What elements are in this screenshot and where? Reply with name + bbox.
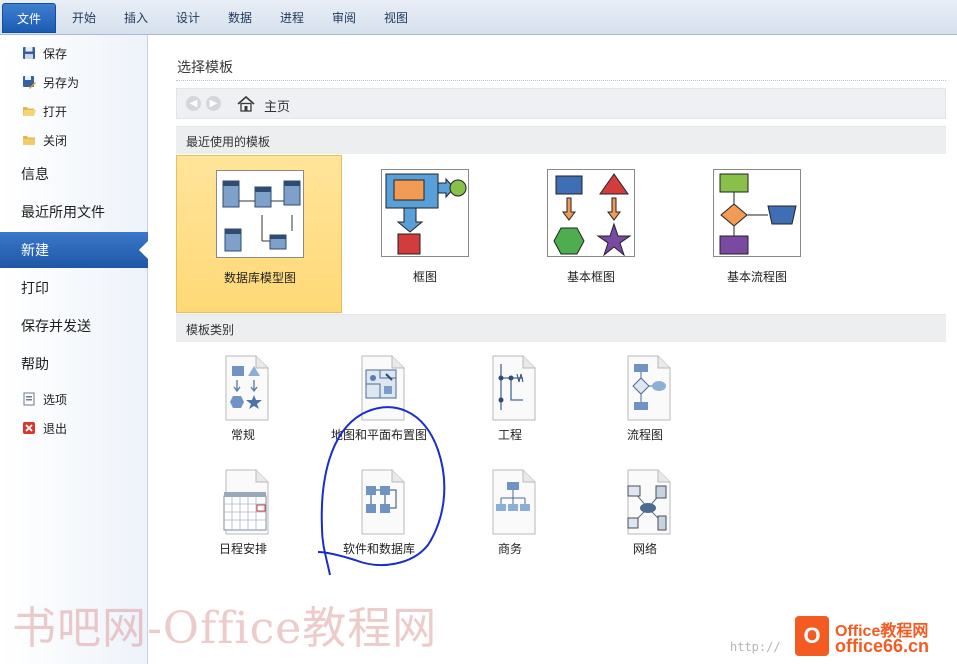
basic-flowchart-icon [719,173,797,255]
basic-flowchart-thumbnail [713,169,801,257]
logo-line-2: office66.cn [835,636,930,656]
nav-recent[interactable]: 最近所用文件 [0,194,148,230]
nav-save-as[interactable]: 另存为 [0,69,148,95]
watermark-url: http:// [730,640,781,654]
nav-close-label: 关闭 [43,133,68,148]
nav-new[interactable]: 新建 [0,232,149,268]
nav-save[interactable]: 保存 [0,40,148,66]
tab-process[interactable]: 进程 [270,5,314,31]
exit-icon [23,422,35,434]
engineering-icon [492,355,536,421]
nav-save-as-label: 另存为 [43,75,80,90]
office-logo-icon: O [795,616,829,656]
general-shapes-icon [225,355,269,421]
save-as-icon [23,76,36,89]
recent-templates-header: 最近使用的模板 [176,126,946,154]
nav-exit-label: 退出 [43,421,68,436]
template-label: 基本流程图 [726,270,787,284]
category-business[interactable]: 商务 [445,462,575,574]
software-database-icon [361,469,405,535]
template-block[interactable]: 框图 [342,155,508,313]
nav-exit[interactable]: 退出 [0,415,148,441]
folder-close-icon [23,136,35,145]
page-title: 选择模板 [177,60,233,76]
template-database-model[interactable]: 数据库模型图 [176,155,342,313]
nav-save-send[interactable]: 保存并发送 [0,308,148,344]
nav-open-label: 打开 [43,104,68,119]
nav-open[interactable]: 打开 [0,98,148,124]
category-software-database[interactable]: 软件和数据库 [314,462,444,574]
tab-file[interactable]: 文件 [2,3,56,33]
category-engineering[interactable]: 工程 [445,348,575,460]
database-model-thumbnail [216,170,304,258]
tab-insert[interactable]: 插入 [114,5,158,31]
template-label: 框图 [412,270,437,284]
nav-options[interactable]: 选项 [0,386,148,412]
tab-home[interactable]: 开始 [62,5,106,31]
save-icon [23,47,35,59]
ribbon-tab-bar: 文件 开始 插入 设计 数据 进程 审阅 视图 [0,0,957,35]
title-divider [176,80,946,81]
nav-close[interactable]: 关闭 [0,127,148,153]
category-label: 流程图 [626,428,663,442]
template-basic-block[interactable]: 基本框图 [508,155,674,313]
category-maps-floor-plans[interactable]: 地图和平面布置图 [314,348,444,460]
nav-info[interactable]: 信息 [0,156,148,192]
nav-print[interactable]: 打印 [0,270,148,306]
forward-arrow-icon[interactable]: ▶ [206,96,221,111]
nav-help[interactable]: 帮助 [0,346,148,382]
calendar-icon [223,469,269,535]
template-categories-label: 模板类别 [186,323,235,337]
back-arrow-icon[interactable]: ◀ [186,96,201,111]
template-label: 基本框图 [566,270,615,284]
tab-data[interactable]: 数据 [218,5,262,31]
backstage-nav: 保存 另存为 打开 关闭 信息 最近所用文件 新建 打印 保存并发送 帮助 选项… [0,35,149,664]
watermark-text: 书吧网-Office教程网 [12,603,438,654]
tab-view[interactable]: 视图 [374,5,418,31]
category-flowchart[interactable]: 流程图 [580,348,710,460]
template-basic-flowchart[interactable]: 基本流程图 [674,155,840,313]
template-navbar: ◀ ▶ 主页 [176,88,946,119]
office-logo: O Office教程网 office66.cn [795,614,955,664]
flowchart-icon [627,355,671,421]
business-org-chart-icon [492,469,536,535]
tab-review[interactable]: 审阅 [322,5,366,31]
basic-block-thumbnail [547,169,635,257]
network-icon [627,469,671,535]
category-schedule[interactable]: 日程安排 [178,462,308,574]
template-categories-header: 模板类别 [176,314,946,342]
block-thumbnail [381,169,469,257]
category-general[interactable]: 常规 [178,348,308,460]
recent-templates-label: 最近使用的模板 [186,135,271,149]
tab-design[interactable]: 设计 [166,5,210,31]
database-model-diagram-icon [222,180,301,252]
main-panel: 选择模板 ◀ ▶ 主页 最近使用的模板 数据库模型图 框图 基本框图 基本流程图… [149,35,957,664]
home-link[interactable]: 主页 [264,96,290,115]
template-label: 数据库模型图 [223,271,296,285]
category-label: 网络 [632,542,657,556]
basic-block-diagram-icon [553,173,632,257]
category-network[interactable]: 网络 [580,462,710,574]
home-icon[interactable] [237,95,255,113]
nav-options-label: 选项 [43,392,68,407]
folder-open-icon [23,107,36,116]
nav-save-label: 保存 [43,46,68,61]
block-diagram-icon [385,173,467,255]
options-icon [23,392,35,406]
map-floor-plan-icon [361,355,405,421]
